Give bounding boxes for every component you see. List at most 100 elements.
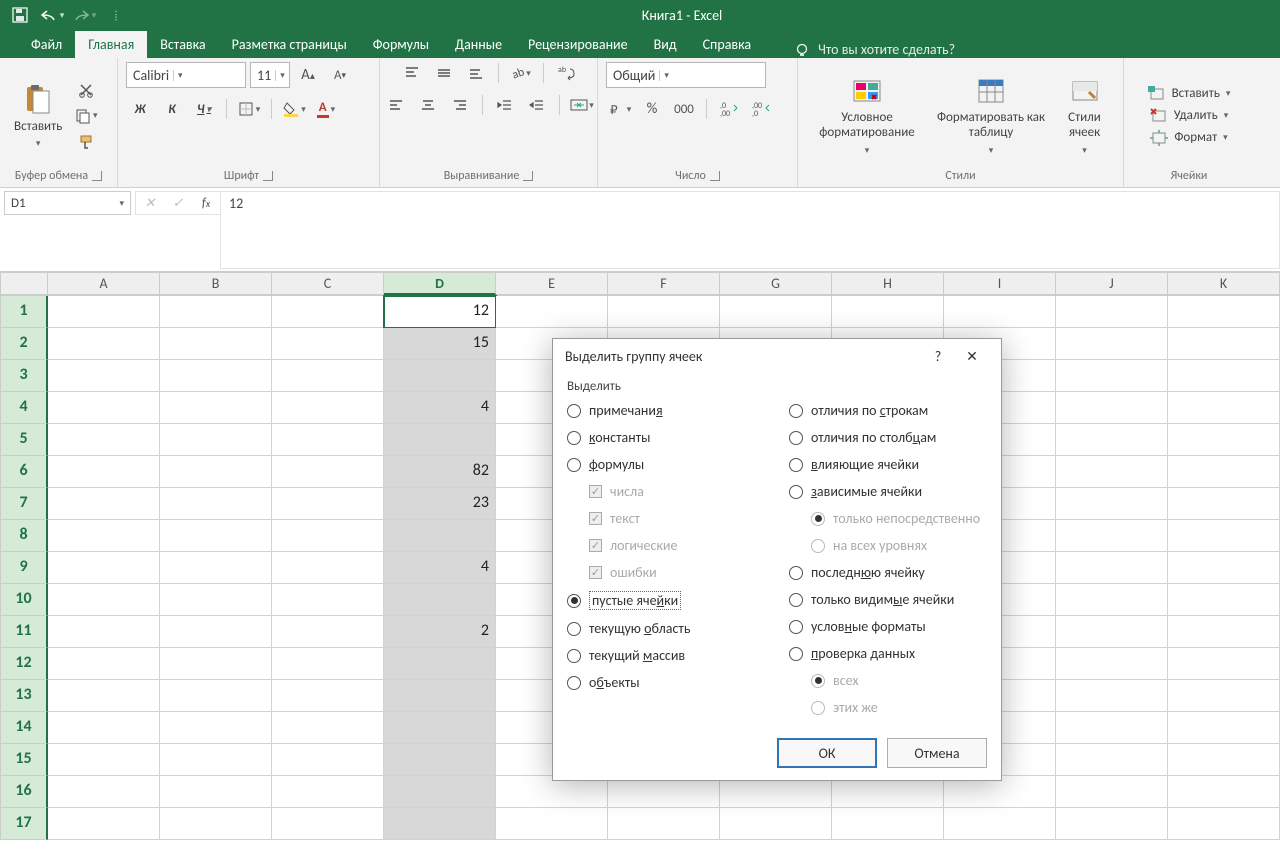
cell-B5[interactable] xyxy=(160,424,272,456)
align-right-button[interactable] xyxy=(446,94,474,116)
cell-A4[interactable] xyxy=(48,392,160,424)
row-header-5[interactable]: 5 xyxy=(0,424,48,456)
increase-font-button[interactable]: A▴ xyxy=(294,64,322,86)
cell-C2[interactable] xyxy=(272,328,384,360)
number-format-combo[interactable]: Общий▾ xyxy=(606,62,766,88)
format-painter-button[interactable] xyxy=(72,131,100,153)
cell-K9[interactable] xyxy=(1168,552,1280,584)
column-header-A[interactable]: A xyxy=(48,272,160,295)
cell-J9[interactable] xyxy=(1056,552,1168,584)
option-validation[interactable]: проверка данных xyxy=(789,645,987,662)
cell-K11[interactable] xyxy=(1168,616,1280,648)
tab-help[interactable]: Справка xyxy=(690,31,765,58)
cell-D5[interactable] xyxy=(384,424,496,456)
column-header-E[interactable]: E xyxy=(496,272,608,295)
cell-G17[interactable] xyxy=(720,808,832,840)
cell-A16[interactable] xyxy=(48,776,160,808)
cell-B12[interactable] xyxy=(160,648,272,680)
redo-button[interactable]: ▾ xyxy=(70,3,98,27)
merge-center-button[interactable]: ▾ xyxy=(568,94,596,116)
cell-B3[interactable] xyxy=(160,360,272,392)
row-header-13[interactable]: 13 xyxy=(0,680,48,712)
cell-C13[interactable] xyxy=(272,680,384,712)
decrease-font-button[interactable]: A▾ xyxy=(326,64,354,86)
clipboard-launcher[interactable] xyxy=(92,171,102,181)
cell-B16[interactable] xyxy=(160,776,272,808)
cell-D11[interactable]: 2 xyxy=(384,616,496,648)
cell-A3[interactable] xyxy=(48,360,160,392)
cell-C11[interactable] xyxy=(272,616,384,648)
cell-B8[interactable] xyxy=(160,520,272,552)
align-bottom-button[interactable] xyxy=(462,62,490,84)
option-visible[interactable]: только видимые ячейки xyxy=(789,591,987,608)
cell-B10[interactable] xyxy=(160,584,272,616)
alignment-launcher[interactable] xyxy=(523,171,533,181)
cell-A14[interactable] xyxy=(48,712,160,744)
option-last-cell[interactable]: последнюю ячейку xyxy=(789,564,987,581)
row-header-17[interactable]: 17 xyxy=(0,808,48,840)
cell-B15[interactable] xyxy=(160,744,272,776)
cell-B7[interactable] xyxy=(160,488,272,520)
save-button[interactable] xyxy=(6,3,34,27)
cell-A12[interactable] xyxy=(48,648,160,680)
cell-J13[interactable] xyxy=(1056,680,1168,712)
column-header-F[interactable]: F xyxy=(608,272,720,295)
cell-A17[interactable] xyxy=(48,808,160,840)
cell-F17[interactable] xyxy=(608,808,720,840)
align-middle-button[interactable] xyxy=(430,62,458,84)
number-launcher[interactable] xyxy=(710,171,720,181)
insert-cells-button[interactable]: Вставить▾ xyxy=(1148,86,1231,102)
cell-H17[interactable] xyxy=(832,808,944,840)
borders-button[interactable]: ▾ xyxy=(235,98,263,120)
cell-D13[interactable] xyxy=(384,680,496,712)
cell-C3[interactable] xyxy=(272,360,384,392)
row-header-12[interactable]: 12 xyxy=(0,648,48,680)
cell-F1[interactable] xyxy=(608,296,720,328)
cell-D4[interactable]: 4 xyxy=(384,392,496,424)
cell-K13[interactable] xyxy=(1168,680,1280,712)
wrap-text-button[interactable]: ab xyxy=(552,62,580,84)
undo-button[interactable]: ▾ xyxy=(38,3,66,27)
cell-E1[interactable] xyxy=(496,296,608,328)
column-header-D[interactable]: D xyxy=(384,272,496,295)
cell-D1[interactable]: 12 xyxy=(384,296,496,328)
cell-A11[interactable] xyxy=(48,616,160,648)
tab-data[interactable]: Данные xyxy=(442,31,515,58)
column-header-K[interactable]: K xyxy=(1168,272,1280,295)
cell-K5[interactable] xyxy=(1168,424,1280,456)
cell-K3[interactable] xyxy=(1168,360,1280,392)
tab-home[interactable]: Главная xyxy=(75,31,147,58)
row-header-9[interactable]: 9 xyxy=(0,552,48,584)
decrease-indent-button[interactable] xyxy=(491,94,519,116)
format-as-table-button[interactable]: Форматировать как таблицу▾ xyxy=(928,75,1054,156)
cell-B14[interactable] xyxy=(160,712,272,744)
cell-G1[interactable] xyxy=(720,296,832,328)
cell-D2[interactable]: 15 xyxy=(384,328,496,360)
cell-A2[interactable] xyxy=(48,328,160,360)
cut-button[interactable] xyxy=(72,79,100,101)
cell-A15[interactable] xyxy=(48,744,160,776)
font-launcher[interactable] xyxy=(263,171,273,181)
cell-D9[interactable]: 4 xyxy=(384,552,496,584)
cell-D15[interactable] xyxy=(384,744,496,776)
cell-B13[interactable] xyxy=(160,680,272,712)
row-header-16[interactable]: 16 xyxy=(0,776,48,808)
fill-color-button[interactable]: ▾ xyxy=(280,98,308,120)
cell-A5[interactable] xyxy=(48,424,160,456)
row-header-14[interactable]: 14 xyxy=(0,712,48,744)
option-current-region[interactable]: текущую область xyxy=(567,620,765,637)
cell-J7[interactable] xyxy=(1056,488,1168,520)
cell-D10[interactable] xyxy=(384,584,496,616)
cell-D12[interactable] xyxy=(384,648,496,680)
orientation-button[interactable]: ab▾ xyxy=(507,62,535,84)
option-blanks[interactable]: пустые ячейки xyxy=(567,591,765,610)
tab-insert[interactable]: Вставка xyxy=(147,31,218,58)
cell-B11[interactable] xyxy=(160,616,272,648)
cell-J16[interactable] xyxy=(1056,776,1168,808)
delete-cells-button[interactable]: Удалить▾ xyxy=(1150,108,1228,124)
cell-J4[interactable] xyxy=(1056,392,1168,424)
italic-button[interactable]: К xyxy=(158,98,186,120)
row-header-2[interactable]: 2 xyxy=(0,328,48,360)
option-current-array[interactable]: текущий массив xyxy=(567,647,765,664)
row-header-15[interactable]: 15 xyxy=(0,744,48,776)
